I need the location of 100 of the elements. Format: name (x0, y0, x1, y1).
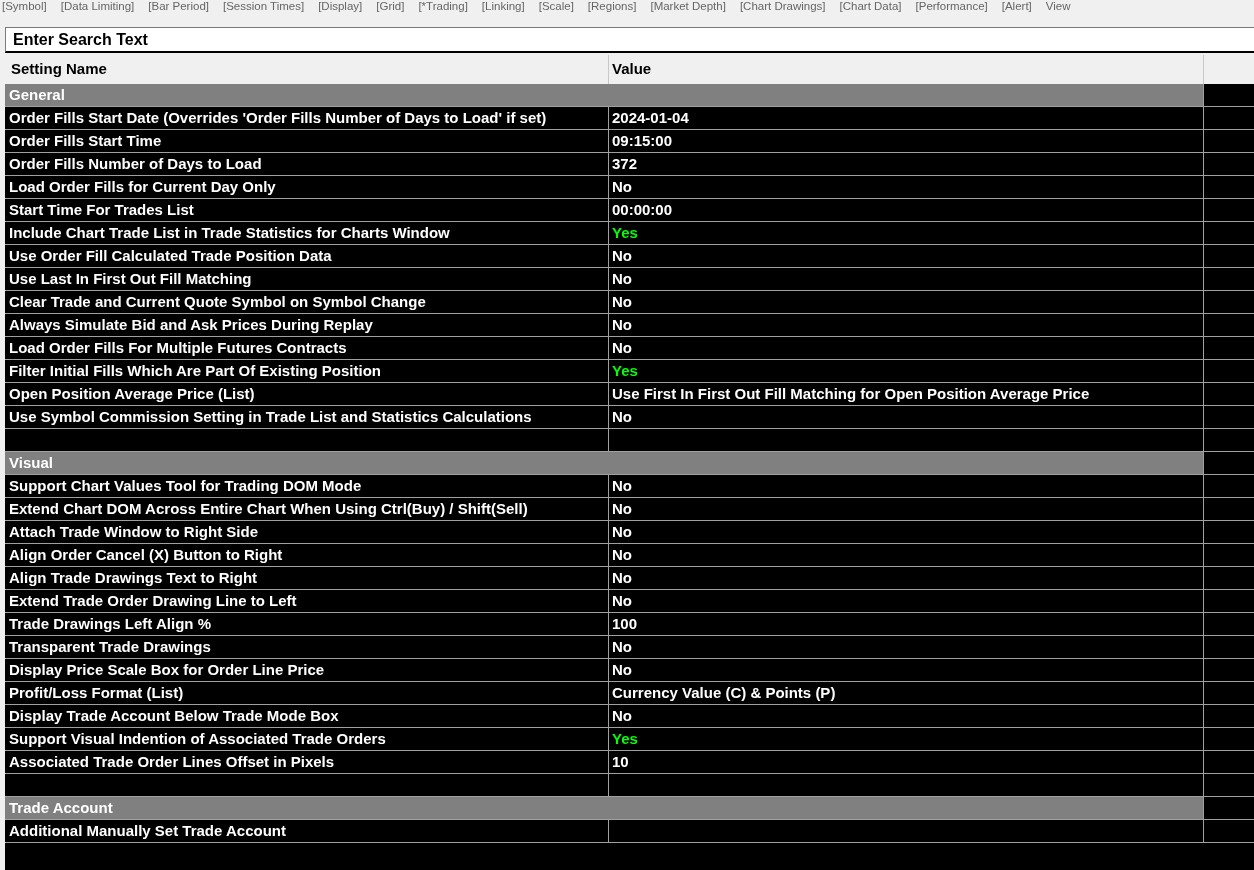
setting-value-cell[interactable]: No (608, 498, 1203, 521)
setting-value-cell[interactable]: Currency Value (C) & Points (P) (608, 682, 1203, 705)
settings-tab-link[interactable]: [Symbol] (2, 0, 47, 14)
setting-value-cell[interactable]: No (608, 291, 1203, 314)
settings-tab-link[interactable]: [Alert] (1001, 0, 1032, 14)
setting-value-cell[interactable]: No (608, 590, 1203, 613)
empty-cell (1203, 222, 1254, 245)
settings-tab-link[interactable]: [Chart Data] (839, 0, 902, 14)
setting-name-cell[interactable]: Always Simulate Bid and Ask Prices During Replay (5, 314, 608, 337)
settings-tab-link[interactable]: View (1045, 0, 1071, 14)
setting-value-cell[interactable]: No (608, 245, 1203, 268)
search-field[interactable]: Enter Search Text (5, 27, 1254, 53)
empty-cell (1203, 199, 1254, 222)
empty-cell (1203, 107, 1254, 130)
setting-value-cell[interactable]: No (608, 636, 1203, 659)
settings-tab-link[interactable]: [Bar Period] (148, 0, 209, 14)
empty-cell (1203, 245, 1254, 268)
setting-value-cell[interactable]: No (608, 544, 1203, 567)
settings-tab-link[interactable]: [Display] (318, 0, 363, 14)
setting-name-cell[interactable]: Transparent Trade Drawings (5, 636, 608, 659)
setting-name-cell[interactable]: Open Position Average Price (List) (5, 383, 608, 406)
empty-cell (1203, 406, 1254, 429)
setting-value-cell[interactable]: 10 (608, 751, 1203, 774)
empty-cell (1203, 567, 1254, 590)
setting-name-cell[interactable]: Include Chart Trade List in Trade Statistics for Charts Window (5, 222, 608, 245)
empty-cell (1203, 268, 1254, 291)
empty-cell (1203, 314, 1254, 337)
setting-value-cell[interactable]: Yes (608, 360, 1203, 383)
setting-value-cell[interactable]: 09:15:00 (608, 130, 1203, 153)
setting-name-cell[interactable]: Support Visual Indention of Associated Trade Orders (5, 728, 608, 751)
empty-cell (1203, 613, 1254, 636)
settings-tab-link[interactable]: [Chart Drawings] (739, 0, 826, 14)
settings-tab-link[interactable]: [Market Depth] (650, 0, 726, 14)
setting-value-cell[interactable]: No (608, 567, 1203, 590)
empty-cell (1203, 383, 1254, 406)
empty-cell (1203, 498, 1254, 521)
empty-cell (1203, 475, 1254, 498)
setting-name-cell[interactable]: Additional Manually Set Trade Account (5, 820, 608, 843)
empty-cell (1203, 682, 1254, 705)
setting-name-cell[interactable]: Align Order Cancel (X) Button to Right (5, 544, 608, 567)
settings-tab-link[interactable]: [Linking] (481, 0, 525, 14)
group-header[interactable]: Visual (5, 452, 1203, 475)
setting-value-cell[interactable]: No (608, 337, 1203, 360)
settings-tab-link[interactable]: [Session Times] (223, 0, 305, 14)
empty-cell (1203, 176, 1254, 199)
setting-name-cell[interactable]: Display Trade Account Below Trade Mode Box (5, 705, 608, 728)
setting-value-cell[interactable]: No (608, 314, 1203, 337)
column-header[interactable]: Value (608, 55, 1203, 84)
empty-cell (1203, 659, 1254, 682)
setting-name-cell[interactable]: Order Fills Start Time (5, 130, 608, 153)
setting-name-cell[interactable]: Trade Drawings Left Align % (5, 613, 608, 636)
settings-tab-link[interactable]: [Performance] (915, 0, 988, 14)
settings-tab-link[interactable]: [Data Limiting] (60, 0, 135, 14)
setting-value-cell[interactable]: 100 (608, 613, 1203, 636)
settings-tab-link[interactable]: [Regions] (587, 0, 637, 14)
empty-cell (1203, 705, 1254, 728)
empty-cell (1203, 728, 1254, 751)
settings-tab-link[interactable]: [Scale] (538, 0, 574, 14)
setting-name-cell[interactable]: Support Chart Values Tool for Trading DOM Mode (5, 475, 608, 498)
setting-name-cell[interactable]: Extend Trade Order Drawing Line to Left (5, 590, 608, 613)
empty-cell (1203, 521, 1254, 544)
setting-name-cell[interactable]: Associated Trade Order Lines Offset in Pixels (5, 751, 608, 774)
setting-value-cell[interactable]: Use First In First Out Fill Matching for Open Position Average Price (608, 383, 1203, 406)
setting-value-cell[interactable]: 372 (608, 153, 1203, 176)
setting-value-cell[interactable]: Yes (608, 728, 1203, 751)
empty-cell (1203, 590, 1254, 613)
setting-name-cell[interactable]: Use Last In First Out Fill Matching (5, 268, 608, 291)
setting-name-cell[interactable]: Extend Chart DOM Across Entire Chart When Using Ctrl(Buy) / Shift(Sell) (5, 498, 608, 521)
setting-name-cell[interactable]: Filter Initial Fills Which Are Part Of Existing Position (5, 360, 608, 383)
empty-cell (1203, 820, 1254, 843)
setting-name-cell[interactable]: Load Order Fills for Current Day Only (5, 176, 608, 199)
setting-value-cell[interactable]: No (608, 705, 1203, 728)
setting-name-cell[interactable]: Use Order Fill Calculated Trade Position Data (5, 245, 608, 268)
empty-cell (1203, 429, 1254, 452)
group-header[interactable]: General (5, 84, 1203, 107)
setting-name-cell[interactable]: Attach Trade Window to Right Side (5, 521, 608, 544)
setting-value-cell[interactable]: No (608, 176, 1203, 199)
group-header[interactable]: Trade Account (5, 797, 1203, 820)
setting-name-cell[interactable]: Clear Trade and Current Quote Symbol on Symbol Change (5, 291, 608, 314)
column-header[interactable]: Setting Name (5, 55, 608, 84)
setting-name-cell[interactable]: Order Fills Number of Days to Load (5, 153, 608, 176)
empty-cell (1203, 360, 1254, 383)
setting-value-cell[interactable]: 00:00:00 (608, 199, 1203, 222)
setting-value-cell[interactable]: No (608, 521, 1203, 544)
setting-name-cell[interactable]: Profit/Loss Format (List) (5, 682, 608, 705)
setting-name-cell[interactable]: Align Trade Drawings Text to Right (5, 567, 608, 590)
empty-cell (1203, 544, 1254, 567)
settings-tab-link[interactable]: [Grid] (376, 0, 405, 14)
setting-name-cell[interactable]: Display Price Scale Box for Order Line Price (5, 659, 608, 682)
setting-value-cell[interactable]: Yes (608, 222, 1203, 245)
setting-name-cell[interactable]: Start Time For Trades List (5, 199, 608, 222)
setting-value-cell[interactable]: 2024-01-04 (608, 107, 1203, 130)
setting-name-cell[interactable]: Load Order Fills For Multiple Futures Contracts (5, 337, 608, 360)
setting-value-cell[interactable]: No (608, 475, 1203, 498)
setting-name-cell[interactable]: Order Fills Start Date (Overrides 'Order Fills Number of Days to Load' if set) (5, 107, 608, 130)
setting-value-cell[interactable]: No (608, 406, 1203, 429)
setting-value-cell[interactable]: No (608, 659, 1203, 682)
setting-value-cell[interactable]: No (608, 268, 1203, 291)
settings-tab-link[interactable]: [*Trading] (418, 0, 468, 14)
setting-name-cell[interactable]: Use Symbol Commission Setting in Trade List and Statistics Calculations (5, 406, 608, 429)
